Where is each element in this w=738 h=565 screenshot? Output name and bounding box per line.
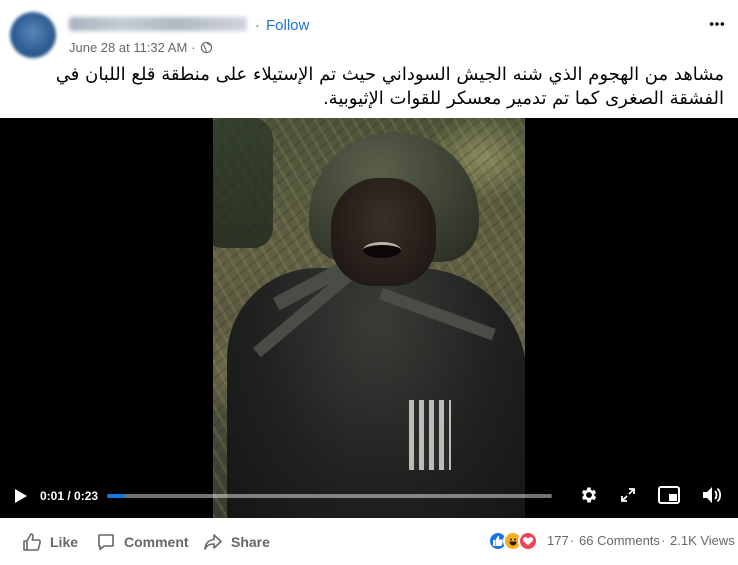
share-icon — [204, 534, 222, 550]
soldier-vest — [227, 268, 525, 518]
page-avatar[interactable] — [10, 12, 56, 58]
picture-in-picture-button[interactable] — [657, 484, 681, 506]
comment-label: Comment — [124, 534, 189, 550]
settings-icon — [581, 487, 597, 503]
love-reaction-icon — [518, 531, 538, 551]
post-meta: June 28 at 11:32 AM · — [69, 40, 213, 55]
post-timestamp[interactable]: June 28 at 11:32 AM — [69, 40, 187, 55]
share-label: Share — [231, 534, 270, 550]
views-count: 2.1K Views — [670, 533, 735, 548]
post-footer: Like Comment Share 177 · 66 Comments · 2… — [0, 518, 738, 565]
post-caption: مشاهد من الهجوم الذي شنه الجيش السوداني … — [55, 64, 724, 109]
follow-button[interactable]: Follow — [266, 17, 309, 34]
volume-button[interactable] — [700, 484, 724, 506]
name-separator: · — [255, 17, 260, 34]
thumbs-up-icon — [23, 533, 41, 551]
meta-separator: · — [191, 40, 196, 55]
play-icon — [15, 489, 27, 503]
more-options-button[interactable] — [705, 12, 729, 36]
video-frame — [213, 118, 525, 518]
like-button[interactable]: Like — [22, 532, 78, 552]
volume-icon — [703, 487, 722, 503]
settings-button[interactable] — [578, 484, 600, 506]
comments-count[interactable]: 66 Comments — [579, 533, 660, 548]
video-timecode: 0:01 / 0:23 — [40, 489, 99, 503]
reaction-count[interactable]: 177 — [547, 533, 569, 548]
fullscreen-button[interactable] — [618, 485, 638, 505]
more-horizontal-icon — [709, 22, 725, 26]
count-separator: · — [570, 533, 575, 548]
like-label: Like — [50, 534, 79, 550]
page-name-blurred[interactable] — [69, 17, 247, 31]
fullscreen-icon — [621, 488, 635, 502]
seek-bar[interactable] — [107, 494, 552, 498]
video-player[interactable]: 0:01 / 0:23 — [0, 118, 738, 518]
soldier-face — [331, 178, 436, 286]
comment-icon — [98, 534, 114, 551]
comment-button[interactable]: Comment — [96, 532, 189, 552]
seek-progress — [107, 494, 125, 498]
views-separator: · — [661, 533, 666, 548]
play-button[interactable] — [12, 487, 30, 505]
picture-in-picture-icon — [658, 486, 680, 504]
globe-icon[interactable] — [200, 41, 213, 54]
reactions-summary[interactable] — [488, 531, 538, 551]
share-button[interactable]: Share — [203, 532, 270, 552]
facebook-post: · Follow June 28 at 11:32 AM · مشاهد من … — [0, 0, 738, 565]
